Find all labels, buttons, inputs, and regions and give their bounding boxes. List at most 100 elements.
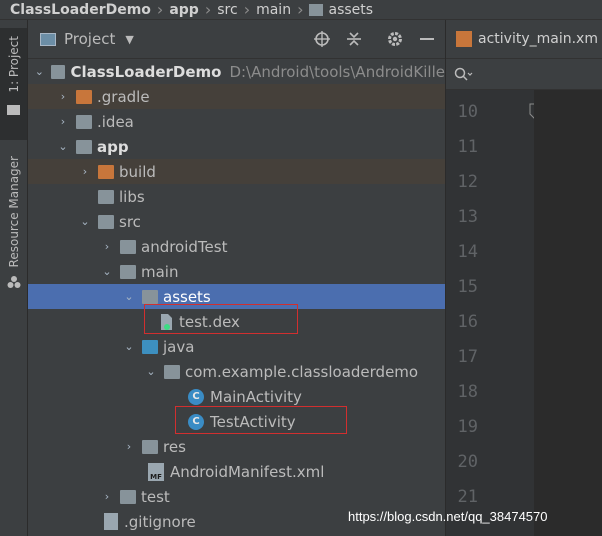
editor-tab-activity-main[interactable]: activity_main.xm [446,31,598,47]
breadcrumb-project-label: ClassLoaderDemo [10,1,151,18]
editor-tab-label: activity_main.xm [478,31,598,47]
tree-package-label: com.example.classloaderdemo [185,362,419,381]
line-number: 20 [457,452,478,472]
tree-mainactivity-label: MainActivity [210,387,302,406]
folder-icon [120,489,136,504]
editor-tab-bar: activity_main.xm [446,20,602,59]
tree-java-label: java [163,337,195,356]
folder-icon [120,239,136,254]
search-icon [454,67,473,81]
editor-code-area[interactable] [534,90,602,536]
assets-folder-icon [309,3,324,16]
editor-gutter: 10 11 12 13 14 15 16 17 18 19 20 21 [446,90,541,536]
manifest-file-icon: MF [148,462,164,481]
chevron-right-icon[interactable]: › [100,490,114,503]
line-number: 11 [457,137,478,157]
tree-item-build[interactable]: › build [28,159,445,184]
tree-item-src[interactable]: ⌄ src [28,209,445,234]
tree-item-java[interactable]: ⌄ java [28,334,445,359]
highlight-box-test-dex [144,304,298,334]
tree-assets-label: assets [163,287,211,306]
tree-item-test[interactable]: › test [28,484,445,509]
tree-item-androidtest[interactable]: › androidTest [28,234,445,259]
tree-item-package[interactable]: ⌄ com.example.classloaderdemo [28,359,445,384]
breadcrumb-item-app[interactable]: app [169,2,199,18]
watermark-text: https://blog.csdn.net/qq_38474570 [348,509,548,524]
source-folder-icon [142,339,158,354]
tree-item-libs[interactable]: libs [28,184,445,209]
resource-manager-icon [7,276,20,289]
chevron-down-icon[interactable]: ⌄ [144,365,158,378]
chevron-right-icon[interactable]: › [100,240,114,253]
line-number: 16 [457,312,478,332]
tree-test-label: test [141,487,170,506]
class-icon: C [188,388,204,405]
tree-src-label: src [119,212,141,231]
tree-gitignore-label: .gitignore [124,512,196,531]
chevron-down-icon[interactable]: ▼ [125,33,133,46]
chevron-down-icon[interactable]: ⌄ [78,215,92,228]
breadcrumb: ClassLoaderDemo › app › src › main › ass… [0,0,602,20]
chevron-right-icon[interactable]: › [122,440,136,453]
xml-layout-icon [456,31,472,47]
tree-libs-label: libs [119,187,145,206]
line-number: 10 [457,102,478,122]
chevron-down-icon[interactable]: ⌄ [100,265,114,278]
breadcrumb-item-main[interactable]: main [256,2,291,18]
chevron-down-icon[interactable]: ⌄ [56,140,70,153]
project-view-selector[interactable]: Project [64,30,115,48]
tree-manifest-label: AndroidManifest.xml [170,462,325,481]
chevron-right-icon: › [156,0,164,19]
breadcrumb-app-label: app [169,1,199,18]
editor-search-bar[interactable] [446,59,602,90]
project-tool-button[interactable]: 1: Project [0,28,27,140]
chevron-right-icon[interactable]: › [78,165,92,178]
breadcrumb-main-label: main [256,1,292,18]
tree-androidtest-label: androidTest [141,237,228,256]
project-panel-header: Project ▼ [28,20,445,59]
tree-item-res[interactable]: › res [28,434,445,459]
tool-window-stripe: 1: Project Resource Manager [0,20,28,536]
chevron-down-icon[interactable]: ⌄ [122,290,136,303]
tree-app-label: app [97,137,129,156]
chevron-right-icon[interactable]: › [56,90,70,103]
breadcrumb-item-src[interactable]: src [217,2,237,18]
folder-icon [76,114,92,129]
breadcrumb-item-assets[interactable]: assets [309,2,373,18]
tree-item-app[interactable]: ⌄ app [28,134,445,159]
assets-folder-icon [142,289,158,304]
folder-icon [7,104,20,115]
chevron-right-icon[interactable]: › [56,115,70,128]
tree-item-idea[interactable]: › .idea [28,109,445,134]
line-number: 17 [457,347,478,367]
line-number: 13 [457,207,478,227]
tree-item-manifest[interactable]: MF AndroidManifest.xml [28,459,445,484]
chevron-down-icon[interactable]: ⌄ [33,65,45,78]
tree-item-main[interactable]: ⌄ main [28,259,445,284]
collapse-all-icon[interactable] [345,30,363,48]
chevron-right-icon: › [243,0,251,19]
highlight-box-testactivity [175,406,347,434]
tree-item-gradle[interactable]: › .gradle [28,84,445,109]
module-folder-icon [76,139,92,154]
resource-manager-tool-button[interactable]: Resource Manager [0,156,27,306]
tree-idea-label: .idea [97,112,134,131]
breadcrumb-item-project[interactable]: ClassLoaderDemo [0,2,151,18]
ignore-file-icon [104,513,118,530]
chevron-right-icon: › [297,0,304,19]
chevron-down-icon[interactable]: ⌄ [122,340,136,353]
tree-item-root[interactable]: ⌄ ClassLoaderDemo D:\Android\tools\Andro… [28,59,445,84]
minimize-icon[interactable] [420,38,434,40]
folder-icon [98,164,114,179]
line-number: 14 [457,242,478,262]
locate-target-icon[interactable] [313,30,331,48]
line-number: 18 [457,382,478,402]
folder-icon [98,214,114,229]
project-view-icon [40,32,56,46]
project-tool-label: 1: Project [6,36,21,93]
tree-main-label: main [141,262,179,281]
tree-root-path: D:\Android\tools\AndroidKille [229,62,445,81]
folder-icon [120,264,136,279]
line-number: 21 [457,487,478,507]
gear-icon[interactable] [386,30,404,48]
